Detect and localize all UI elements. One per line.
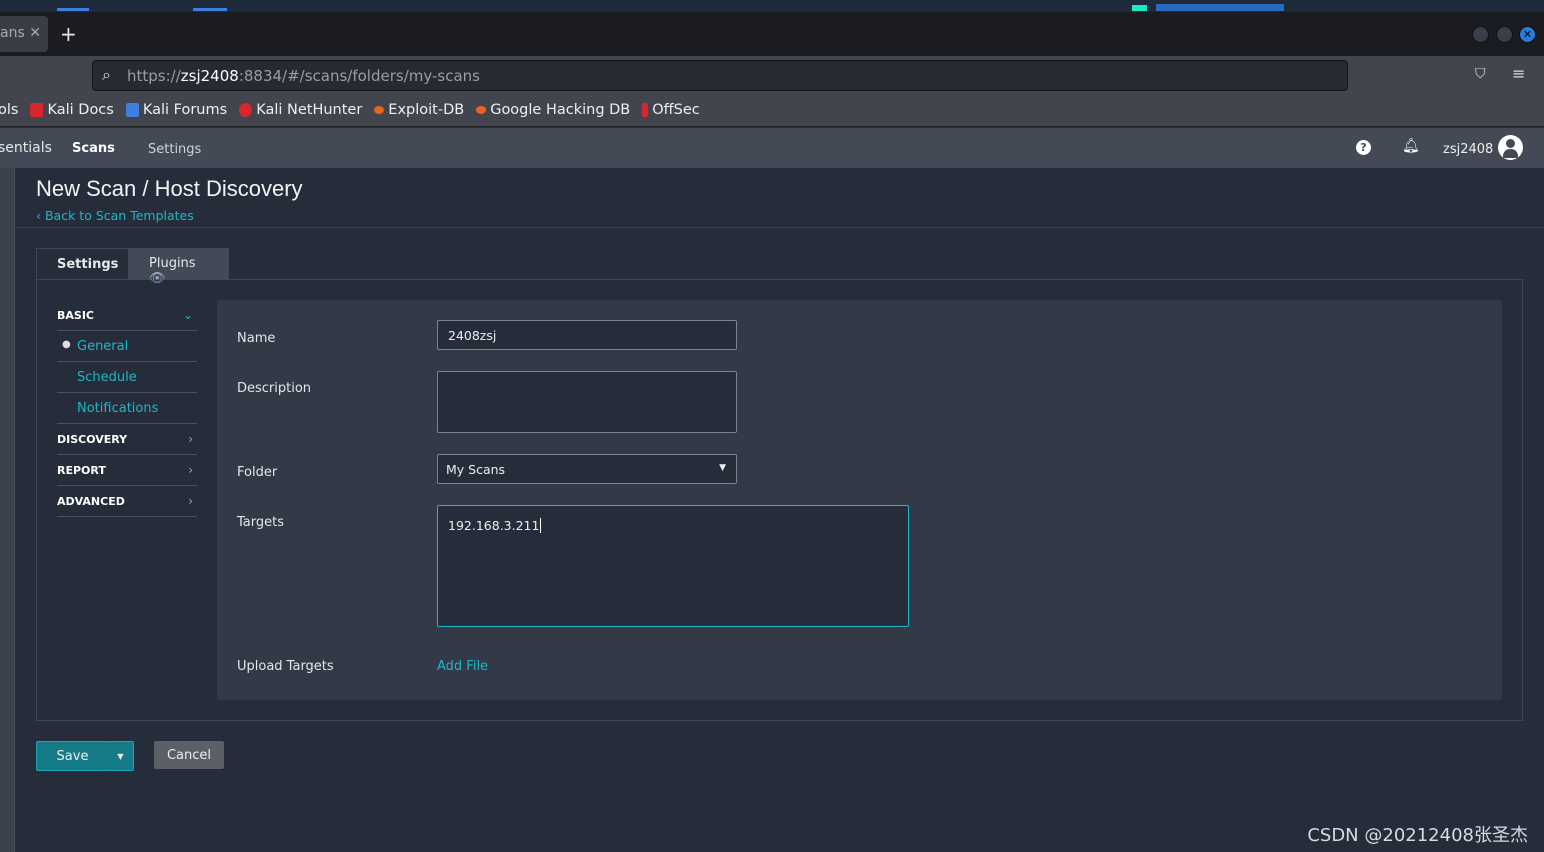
bookmark-kali-docs[interactable]: Kali Docs xyxy=(30,102,114,118)
menu-icon[interactable]: ≡ xyxy=(1512,64,1525,83)
back-link[interactable]: ‹ Back to Scan Templates xyxy=(36,208,194,223)
targets-value: 192.168.3.211 xyxy=(448,518,540,533)
section-discovery[interactable]: DISCOVERY › xyxy=(57,424,197,455)
url-path: :8834/#/scans/folders/my-scans xyxy=(238,67,480,85)
section-label: ADVANCED xyxy=(57,494,125,508)
chevron-right-icon: › xyxy=(188,494,193,508)
nav-settings[interactable]: Settings xyxy=(148,142,201,157)
kali-forums-icon xyxy=(125,103,139,117)
general-form: Name 2408zsj Description Folder My Scans… xyxy=(217,300,1502,700)
bell-icon[interactable]: 🔔︎ xyxy=(1402,138,1420,154)
section-basic[interactable]: BASIC ⌄ xyxy=(57,300,197,331)
bookmark-tools[interactable]: ols xyxy=(0,102,18,118)
bookmark-exploit-db[interactable]: Exploit-DB xyxy=(374,102,464,118)
nav-scans[interactable]: Scans xyxy=(72,141,115,156)
item-label: Schedule xyxy=(77,369,137,385)
offsec-icon xyxy=(642,103,649,117)
eye-icon: 👁︎ xyxy=(149,271,166,286)
watermark: CSDN @20212408张圣杰 xyxy=(1307,825,1528,846)
section-label: REPORT xyxy=(57,463,106,477)
bookmark-kali-nethunter[interactable]: Kali NetHunter xyxy=(239,102,362,118)
search-icon: ⌕ xyxy=(102,65,111,84)
new-tab-button[interactable]: + xyxy=(60,22,77,46)
os-taskbar xyxy=(0,0,1544,12)
exploit-db-icon xyxy=(374,106,385,114)
url-prefix: https:// xyxy=(127,67,181,85)
bookmark-label: OffSec xyxy=(652,102,700,118)
bookmark-label: ols xyxy=(0,102,19,118)
bookmark-label: Google Hacking DB xyxy=(490,102,631,118)
maximize-button[interactable] xyxy=(1496,26,1513,43)
section-report[interactable]: REPORT › xyxy=(57,455,197,486)
tab-label: Settings xyxy=(57,257,119,272)
help-icon[interactable]: ? xyxy=(1356,140,1371,155)
tab-plugins[interactable]: Plugins 👁︎ xyxy=(129,248,229,286)
caret-down-icon: ▼ xyxy=(719,463,726,473)
browser-tab-bar xyxy=(0,12,1544,56)
close-window-button[interactable]: ✕ xyxy=(1519,26,1536,43)
section-label: BASIC xyxy=(57,308,94,322)
url-host: zsj2408 xyxy=(180,67,239,85)
sidebar-item-notifications[interactable]: Notifications xyxy=(57,393,197,424)
avatar-icon[interactable] xyxy=(1498,135,1523,160)
add-file-link[interactable]: Add File xyxy=(437,659,488,674)
description-label: Description xyxy=(237,381,312,396)
save-button[interactable]: Save xyxy=(36,741,109,771)
sidebar-item-schedule[interactable]: Schedule xyxy=(57,362,197,393)
name-input[interactable]: 2408zsj xyxy=(437,320,737,350)
bookmark-label: Exploit-DB xyxy=(388,102,465,118)
targets-input[interactable]: 192.168.3.211 xyxy=(437,505,909,627)
item-label: Notifications xyxy=(77,400,159,416)
kali-nethunter-icon xyxy=(239,103,253,117)
nav-essentials[interactable]: sentials xyxy=(0,140,52,156)
back-link-label: Back to Scan Templates xyxy=(44,208,194,223)
browser-tab[interactable]: ans ✕ xyxy=(0,16,48,52)
sidebar-item-general[interactable]: ● General xyxy=(57,331,197,362)
name-value: 2408zsj xyxy=(448,328,497,343)
close-tab-icon[interactable]: ✕ xyxy=(29,25,41,41)
section-advanced[interactable]: ADVANCED › xyxy=(57,486,197,517)
caret-down-icon: ▼ xyxy=(117,751,124,761)
settings-sidebar: BASIC ⌄ ● General Schedule Notifications D… xyxy=(57,300,197,517)
page-title: New Scan / Host Discovery xyxy=(36,176,303,201)
folder-value: My Scans xyxy=(446,462,506,477)
kali-docs-icon xyxy=(30,103,44,117)
cancel-button[interactable]: Cancel xyxy=(154,741,224,769)
active-dot-icon: ● xyxy=(62,339,71,350)
username[interactable]: zsj2408 xyxy=(1443,142,1493,157)
item-label: General xyxy=(77,338,129,354)
chevron-right-icon: › xyxy=(188,432,193,446)
app-nav: sentials Scans Settings ? 🔔︎ zsj2408 xyxy=(0,128,1544,168)
ghdb-icon xyxy=(476,106,487,114)
chevron-right-icon: › xyxy=(188,463,193,477)
name-label: Name xyxy=(237,331,276,346)
tab-label: Plugins xyxy=(149,256,196,271)
section-label: DISCOVERY xyxy=(57,432,128,446)
chevron-down-icon: ⌄ xyxy=(182,308,193,322)
bookmark-label: Kali Forums xyxy=(142,102,228,118)
folder-label: Folder xyxy=(237,465,278,480)
divider xyxy=(15,227,1544,228)
tab-settings[interactable]: Settings xyxy=(36,248,129,279)
bookmark-label: Kali NetHunter xyxy=(256,102,363,118)
targets-label: Targets xyxy=(237,515,284,530)
save-label: Save xyxy=(56,748,89,764)
folder-select[interactable]: My Scans ▼ xyxy=(437,454,737,484)
save-options-dropdown[interactable]: ▼ xyxy=(108,741,134,771)
bookmark-google-hacking-db[interactable]: Google Hacking DB xyxy=(476,102,630,118)
tabs: Settings Plugins 👁︎ xyxy=(36,248,229,286)
upload-targets-label: Upload Targets xyxy=(237,659,334,674)
minimize-button[interactable] xyxy=(1472,26,1489,43)
collapsed-sidebar[interactable] xyxy=(0,168,15,852)
url-bar[interactable]: ⌕ https://zsj2408:8834/#/scans/folders/m… xyxy=(92,60,1348,91)
bookmark-kali-forums[interactable]: Kali Forums xyxy=(125,102,228,118)
description-input[interactable] xyxy=(437,371,737,433)
cancel-label: Cancel xyxy=(166,747,212,763)
tab-title: ans xyxy=(0,25,25,41)
bookmark-offsec[interactable]: OffSec xyxy=(642,102,700,118)
pocket-icon[interactable]: ⛉ xyxy=(1475,66,1486,82)
bookmark-label: Kali Docs xyxy=(47,102,114,118)
bookmarks-bar: ols Kali Docs Kali Forums Kali NetHunter… xyxy=(0,94,1544,127)
